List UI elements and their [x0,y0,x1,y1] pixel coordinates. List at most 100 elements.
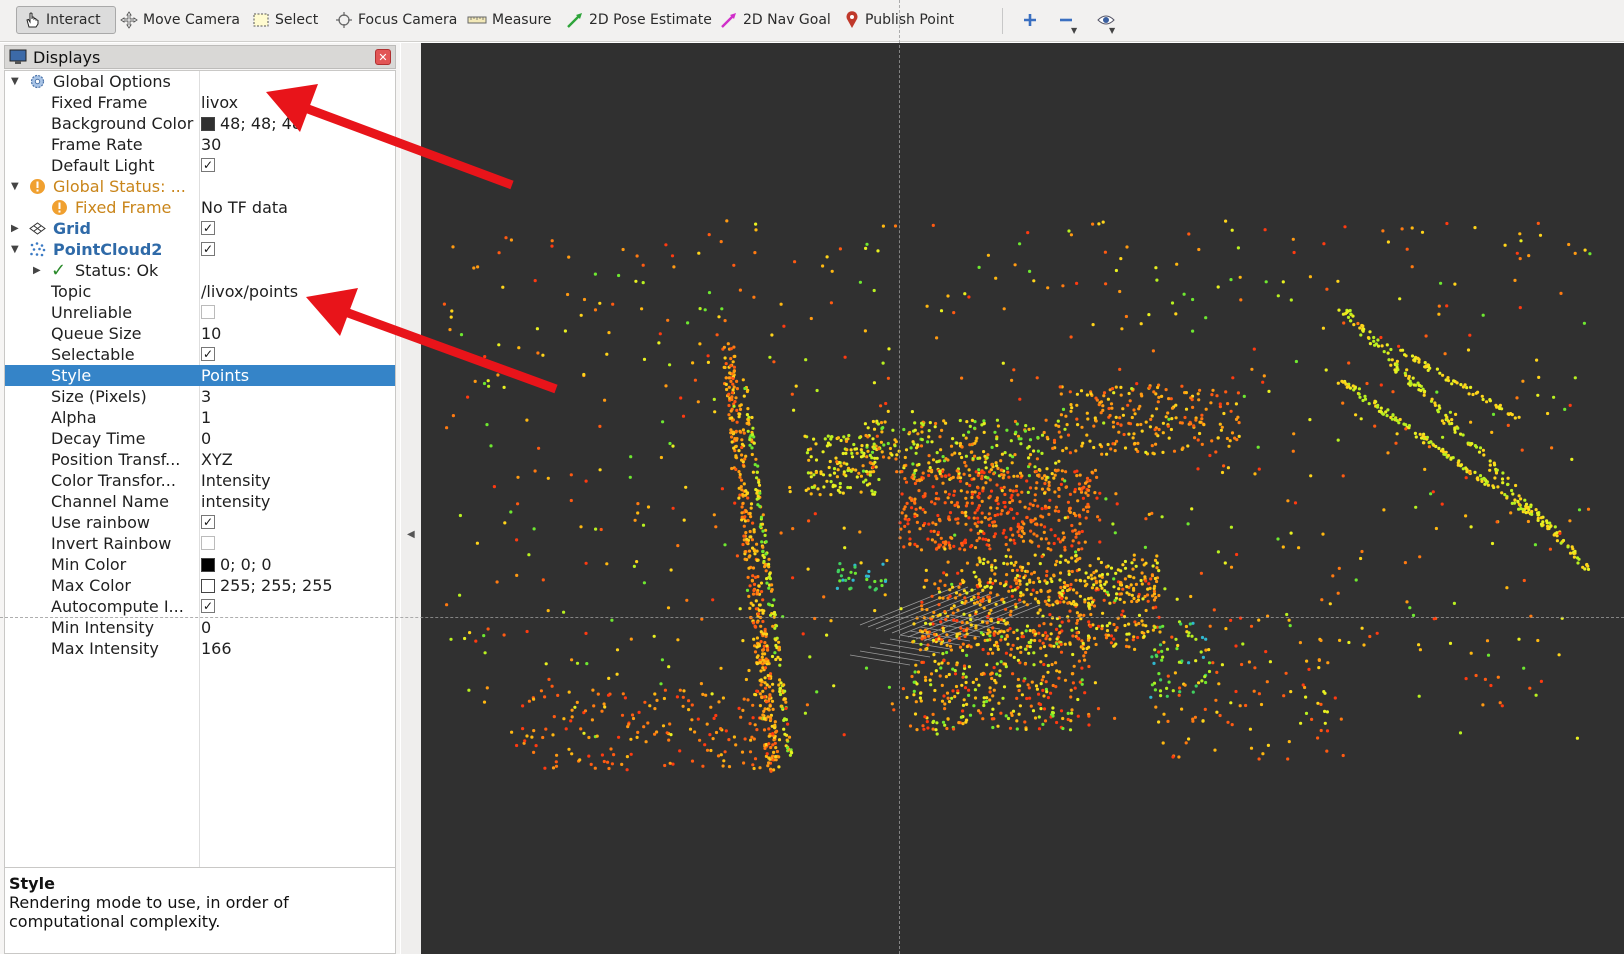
channel-name-value[interactable]: intensity [201,491,270,512]
size-value[interactable]: 3 [201,386,211,407]
tree-row-max-intensity[interactable]: Max Intensity 166 [5,638,395,659]
tree-row-status-fixed-frame[interactable]: Fixed Frame No TF data [5,197,395,218]
hand-pointer-icon [26,12,39,28]
magenta-arrow-icon [721,13,736,28]
tree-row-use-rainbow[interactable]: Use rainbow ✓ [5,512,395,533]
tree-row-size[interactable]: Size (Pixels) 3 [5,386,395,407]
invert-rainbow-checkbox[interactable] [201,536,215,550]
queue-size-label: Queue Size [51,324,142,343]
collapse-arrow-icon[interactable]: ▶ [33,260,41,281]
selectable-checkbox[interactable]: ✓ [201,347,215,361]
map-pin-icon [846,11,858,28]
background-color-field[interactable]: 48; 48; 48 [201,113,302,134]
tree-row-pointcloud2[interactable]: ▼ PointCloud2 ✓ [5,239,395,260]
tree-row-default-light[interactable]: Default Light ✓ [5,155,395,176]
expand-arrow-icon[interactable]: ▼ [11,239,19,260]
gear-icon [30,74,45,89]
tree-row-selectable[interactable]: Selectable ✓ [5,344,395,365]
tree-row-queue-size[interactable]: Queue Size 10 [5,323,395,344]
render-viewport[interactable] [421,43,1624,954]
frame-rate-value[interactable]: 30 [201,134,221,155]
view-options-button[interactable] [1091,6,1121,34]
main-toolbar: Interact Move Camera Select Focus Camera… [0,0,1624,42]
panel-splitter[interactable]: ◀ [401,43,421,954]
position-transformer-value[interactable]: XYZ [201,449,233,470]
pointcloud2-label: PointCloud2 [53,240,163,259]
tree-row-fixed-frame[interactable]: Fixed Frame livox [5,92,395,113]
autocompute-checkbox[interactable]: ✓ [201,599,215,613]
publish-point-tool-label: Publish Point [865,12,955,28]
view-center-guide-vertical [899,0,900,954]
measure-tool-button[interactable]: Measure [461,6,558,34]
min-intensity-value[interactable]: 0 [201,617,211,638]
max-color-field[interactable]: 255; 255; 255 [201,575,333,596]
nav-goal-tool-button[interactable]: 2D Nav Goal [714,6,837,34]
global-options-label: Global Options [53,72,171,91]
tree-row-alpha[interactable]: Alpha 1 [5,407,395,428]
interact-tool-button[interactable]: Interact [16,6,116,34]
color-transformer-value[interactable]: Intensity [201,470,271,491]
tree-row-invert-rainbow[interactable]: Invert Rainbow [5,533,395,554]
expand-arrow-icon[interactable]: ▼ [11,71,19,92]
tree-row-autocompute[interactable]: Autocompute I... ✓ [5,596,395,617]
decay-time-value[interactable]: 0 [201,428,211,449]
alpha-value[interactable]: 1 [201,407,211,428]
queue-size-value[interactable]: 10 [201,323,221,344]
tree-row-style[interactable]: Style Points [5,365,395,386]
chevron-down-icon[interactable]: ▼ [1109,26,1115,35]
color-transformer-label: Color Transfor... [51,471,176,490]
tree-row-min-color[interactable]: Min Color 0; 0; 0 [5,554,395,575]
alpha-label: Alpha [51,408,97,427]
min-color-field[interactable]: 0; 0; 0 [201,554,272,575]
unreliable-checkbox[interactable] [201,305,215,319]
green-arrow-icon [567,13,582,28]
selectable-label: Selectable [51,345,135,364]
tree-row-status-ok[interactable]: ▶ ✓ Status: Ok [5,260,395,281]
color-swatch[interactable] [201,579,215,593]
tree-row-max-color[interactable]: Max Color 255; 255; 255 [5,575,395,596]
focus-camera-icon [336,12,352,28]
collapse-arrow-icon[interactable]: ▶ [11,218,19,239]
pose-estimate-tool-button[interactable]: 2D Pose Estimate [560,6,718,34]
collapse-left-icon[interactable]: ◀ [407,529,415,540]
measure-tool-label: Measure [492,12,552,28]
tree-row-min-intensity[interactable]: Min Intensity 0 [5,617,395,638]
help-text: Rendering mode to use, in order of compu… [9,893,289,931]
tree-row-color-transformer[interactable]: Color Transfor... Intensity [5,470,395,491]
style-value[interactable]: Points [201,365,249,386]
tree-row-frame-rate[interactable]: Frame Rate 30 [5,134,395,155]
displays-title: Displays [33,47,101,67]
tree-row-channel-name[interactable]: Channel Name intensity [5,491,395,512]
tree-row-unreliable[interactable]: Unreliable [5,302,395,323]
move-camera-tool-button[interactable]: Move Camera [114,6,246,34]
close-panel-button[interactable]: ✕ [375,49,391,65]
chevron-down-icon[interactable]: ▼ [1071,26,1077,35]
tree-row-position-transformer[interactable]: Position Transf... XYZ [5,449,395,470]
status-fixed-frame-value: No TF data [201,198,288,217]
focus-camera-tool-button[interactable]: Focus Camera [329,6,463,34]
max-color-label: Max Color [51,576,131,595]
tree-row-global-options[interactable]: ▼ Global Options [5,71,395,92]
select-tool-button[interactable]: Select [246,6,324,34]
max-intensity-value[interactable]: 166 [201,638,232,659]
tree-row-grid[interactable]: ▶ Grid ✓ [5,218,395,239]
fixed-frame-value[interactable]: livox [201,92,238,113]
use-rainbow-checkbox[interactable]: ✓ [201,515,215,529]
add-tool-button[interactable] [1016,6,1044,34]
tree-row-topic[interactable]: Topic /livox/points [5,281,395,302]
property-help-panel: Style Rendering mode to use, in order of… [4,867,396,954]
unreliable-label: Unreliable [51,303,133,322]
tree-row-decay-time[interactable]: Decay Time 0 [5,428,395,449]
grid-checkbox[interactable]: ✓ [201,221,215,235]
topic-value[interactable]: /livox/points [201,281,298,302]
color-swatch[interactable] [201,117,215,131]
tree-row-background-color[interactable]: Background Color 48; 48; 48 [5,113,395,134]
move-camera-icon [120,11,138,29]
color-swatch[interactable] [201,558,215,572]
default-light-checkbox[interactable]: ✓ [201,158,215,172]
point-cloud-icon [30,242,46,257]
pointcloud2-checkbox[interactable]: ✓ [201,242,215,256]
tree-row-global-status[interactable]: ▼ Global Status: ... [5,176,395,197]
eye-icon [1097,15,1115,25]
expand-arrow-icon[interactable]: ▼ [11,176,19,197]
